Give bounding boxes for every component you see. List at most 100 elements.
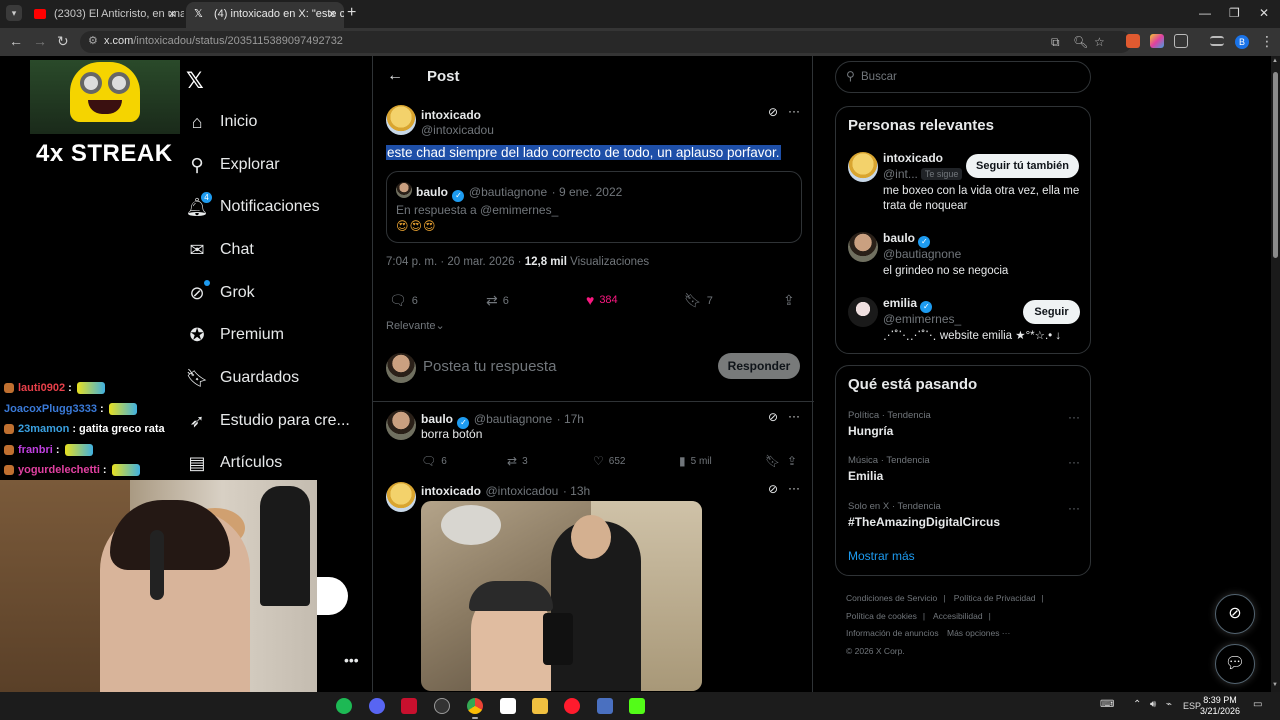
reply-button[interactable]: 🗨︎ 6: [389, 292, 418, 309]
capcut-icon[interactable]: [500, 698, 516, 714]
reload-button[interactable]: ↻: [57, 33, 69, 50]
chrome-icon[interactable]: [467, 698, 483, 714]
like-button[interactable]: ♡ 652: [593, 454, 625, 468]
network-icon[interactable]: ⌁: [1166, 699, 1172, 710]
close-window-button[interactable]: ✕: [1259, 6, 1269, 20]
search-input[interactable]: ⚲ Buscar: [835, 61, 1091, 93]
spotify-icon[interactable]: [336, 698, 352, 714]
folder-icon[interactable]: [532, 698, 548, 714]
show-more-link[interactable]: Mostrar más: [848, 549, 915, 563]
tab-x-post[interactable]: 𝕏 (4) intoxicado en X: "este chad ×: [186, 2, 344, 28]
tab-search-button[interactable]: ▾: [6, 5, 22, 21]
like-button[interactable]: ♥ 384: [586, 292, 618, 308]
grok-icon[interactable]: ⊘: [768, 410, 778, 424]
messages-fab-button[interactable]: 💬︎: [1215, 644, 1255, 684]
post-button-partial[interactable]: [317, 577, 348, 615]
person-card[interactable]: baulo ✓ @bautiagnone el grindeo no se ne…: [848, 231, 1080, 281]
back-arrow-icon[interactable]: ←: [387, 67, 403, 85]
trend-item[interactable]: Política · Tendencia Hungría ···: [848, 410, 1080, 438]
tweet-image[interactable]: [421, 501, 702, 691]
x-logo-icon[interactable]: 𝕏: [186, 68, 204, 94]
nav-item-guardados[interactable]: 🔖︎ Guardados: [186, 363, 300, 393]
opera-icon[interactable]: [564, 698, 580, 714]
account-more-icon[interactable]: •••: [344, 652, 359, 668]
person-card[interactable]: emilia ✓ @emimernes_ Seguir ⋰˚⋱⋰˚⋱ websi…: [848, 296, 1080, 346]
avatar[interactable]: [386, 410, 416, 440]
repost-button[interactable]: ⇄ 3: [507, 454, 528, 468]
bookmark-star-icon[interactable]: ☆: [1094, 35, 1105, 49]
discord-icon[interactable]: [369, 698, 385, 714]
back-button[interactable]: ←: [9, 33, 23, 49]
follow-button[interactable]: Seguir: [1023, 300, 1080, 324]
app-icon[interactable]: [401, 698, 417, 714]
follow-back-button[interactable]: Seguir tú también: [966, 154, 1079, 178]
person-card[interactable]: intoxicado @int... Te sigue Seguir tú tam…: [848, 151, 1080, 221]
kick-icon[interactable]: [629, 698, 645, 714]
nav-item-grok[interactable]: ⊘ Grok: [186, 278, 255, 308]
views-button[interactable]: ▮ 5 mil: [679, 454, 712, 468]
more-icon[interactable]: ···: [788, 409, 800, 423]
nav-item-estudio[interactable]: ➶ Estudio para cre...: [186, 406, 349, 436]
reply-button[interactable]: 🗨︎ 6: [421, 454, 447, 468]
nav-item-chat[interactable]: ✉ Chat: [186, 235, 253, 265]
profile-avatar[interactable]: B: [1235, 35, 1249, 49]
more-icon[interactable]: ···: [1068, 410, 1080, 424]
tab-close-icon[interactable]: ×: [168, 2, 176, 26]
nav-item-premium[interactable]: ✪ Premium: [186, 320, 284, 350]
scrollbar[interactable]: ▲ ▼: [1271, 56, 1280, 692]
zoom-icon[interactable]: 🔍︎: [1073, 35, 1088, 49]
browser-menu-icon[interactable]: ⋮: [1260, 33, 1274, 50]
more-icon[interactable]: ···: [788, 104, 800, 118]
footer-link[interactable]: Más opciones ···: [947, 628, 1010, 638]
extension-icon[interactable]: [1150, 34, 1164, 48]
scrollbar-thumb[interactable]: [1273, 72, 1278, 258]
reply-submit-button[interactable]: Responder: [718, 353, 800, 379]
nav-item-articulos[interactable]: ▤ Artículos: [186, 448, 282, 478]
volume-icon[interactable]: 🔊︎: [1150, 699, 1156, 710]
new-tab-button[interactable]: +: [347, 4, 356, 22]
restore-button[interactable]: ❐: [1229, 6, 1240, 20]
grok-icon[interactable]: ⊘: [768, 105, 778, 119]
nav-item-notificaciones[interactable]: 🔔︎ 4 Notificaciones: [186, 192, 320, 222]
keyboard-icon[interactable]: ⌨: [1100, 699, 1114, 710]
extension-icon[interactable]: [1126, 34, 1140, 48]
avatar[interactable]: [386, 482, 416, 512]
trend-item[interactable]: Solo en X · Tendencia #TheAmazingDigital…: [848, 501, 1080, 529]
avatar[interactable]: [386, 105, 416, 135]
footer-link[interactable]: Política de cookies: [846, 611, 917, 621]
install-app-icon[interactable]: ⧉: [1051, 35, 1060, 50]
more-icon[interactable]: ···: [788, 481, 800, 495]
quoted-tweet[interactable]: baulo ✓ @bautiagnone · 9 ene. 2022 En re…: [386, 171, 802, 243]
reading-list-icon[interactable]: [1210, 36, 1224, 46]
reply-tweet[interactable]: intoxicado @intoxicadou · 13h ⊘ ···: [373, 481, 814, 692]
address-bar[interactable]: ⚙ x.com/intoxicadou/status/2035115389097…: [80, 31, 1132, 53]
bookmark-button[interactable]: 🔖︎: [765, 454, 785, 468]
grok-fab-button[interactable]: ⊘: [1215, 594, 1255, 634]
bookmark-button[interactable]: 🔖︎ 7: [684, 292, 713, 309]
reply-input[interactable]: Postea tu respuesta: [423, 358, 556, 375]
more-icon[interactable]: ···: [1068, 501, 1080, 515]
forward-button[interactable]: →: [33, 33, 47, 49]
footer-link[interactable]: Información de anuncios: [846, 628, 939, 638]
tab-youtube[interactable]: (2303) El Anticristo, en una línea ×: [26, 2, 184, 28]
footer-link[interactable]: Accesibilidad: [933, 611, 983, 621]
nav-item-inicio[interactable]: ⌂ Inicio: [186, 107, 258, 137]
author-handle[interactable]: @intoxicadou: [421, 121, 494, 139]
app-icon[interactable]: [597, 698, 613, 714]
tray-chevron-icon[interactable]: ⌃: [1133, 699, 1141, 710]
trend-item[interactable]: Música · Tendencia Emilia ···: [848, 455, 1080, 483]
reply-tweet[interactable]: baulo ✓ @bautiagnone · 17h ⊘ ··· borra b…: [373, 409, 814, 480]
nav-item-explorar[interactable]: ⚲ Explorar: [186, 150, 279, 180]
notification-center-icon[interactable]: ▭: [1253, 699, 1262, 710]
tab-close-icon[interactable]: ×: [328, 2, 336, 26]
more-icon[interactable]: ···: [1068, 455, 1080, 469]
footer-link[interactable]: Condiciones de Servicio: [846, 593, 937, 603]
share-button[interactable]: ⇪: [787, 454, 802, 468]
repost-button[interactable]: ⇄ 6: [486, 292, 509, 309]
extensions-puzzle-icon[interactable]: [1174, 34, 1188, 48]
share-button[interactable]: ⇪: [783, 292, 800, 309]
footer-link[interactable]: Política de Privacidad: [954, 593, 1036, 603]
obs-icon[interactable]: [434, 698, 450, 714]
grok-icon[interactable]: ⊘: [768, 482, 778, 496]
site-info-icon[interactable]: ⚙: [88, 34, 98, 47]
